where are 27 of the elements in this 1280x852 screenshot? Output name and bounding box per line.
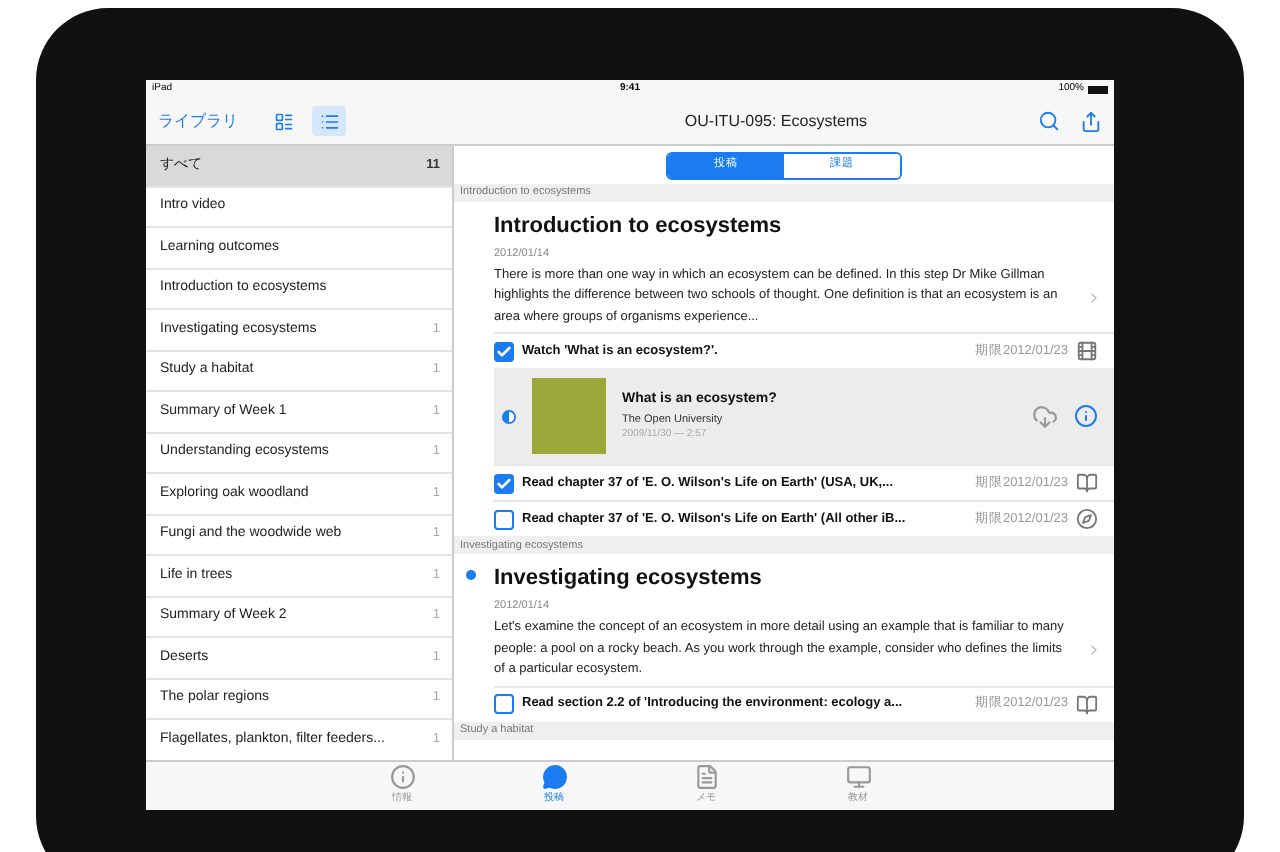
progress-icon: [502, 409, 516, 424]
book-icon: [1076, 472, 1098, 495]
film-icon: [1076, 340, 1098, 363]
chevron-icon[interactable]: [1086, 641, 1102, 658]
info-icon[interactable]: [1074, 404, 1098, 429]
post-title[interactable]: Investigating ecosystems: [494, 562, 762, 596]
book-icon: [1076, 693, 1098, 715]
checkbox[interactable]: [494, 341, 514, 362]
speech-bubble-icon: [541, 764, 567, 791]
checkbox[interactable]: [494, 473, 514, 494]
screen-icon: [845, 764, 871, 791]
battery-icon: [1087, 85, 1108, 93]
post-title[interactable]: Introduction to ecosystems: [494, 210, 782, 243]
chevron-icon[interactable]: [1086, 289, 1102, 305]
share-icon[interactable]: [1080, 109, 1102, 133]
checkbox[interactable]: [494, 694, 514, 714]
checkbox[interactable]: [494, 509, 514, 530]
video-thumbnail: [532, 378, 606, 455]
list-view-button[interactable]: [312, 106, 346, 136]
search-icon[interactable]: [1038, 110, 1060, 132]
compass-icon: [1076, 508, 1098, 531]
cloud-download-icon[interactable]: [1032, 403, 1058, 430]
back-button[interactable]: ライブラリ: [158, 109, 238, 133]
grid-icon: [273, 111, 293, 131]
document-icon: [693, 764, 719, 791]
course-title: OU-ITU-095: Ecosystems: [682, 109, 870, 133]
info-icon: [389, 764, 415, 791]
